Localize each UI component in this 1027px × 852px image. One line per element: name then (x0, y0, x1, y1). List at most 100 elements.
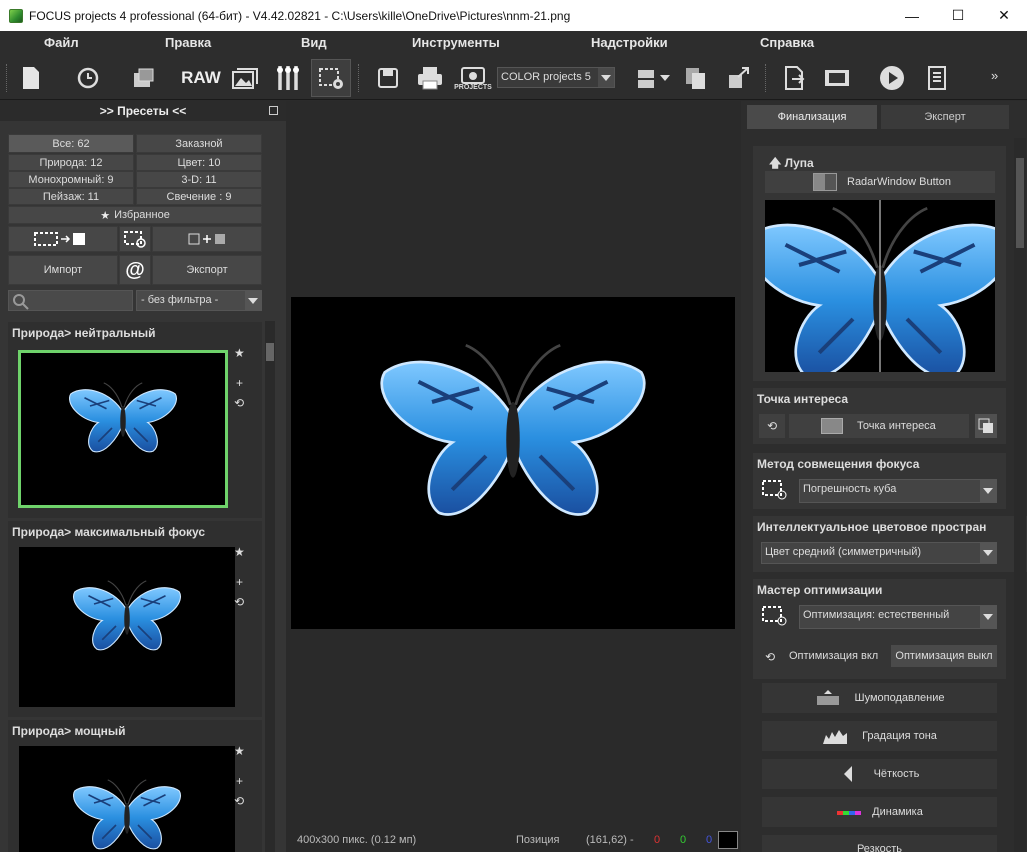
preset-title: Природа> максимальный фокус (12, 525, 206, 539)
close-button[interactable]: ✕ (981, 0, 1027, 31)
main-image[interactable]: NoName-Club (291, 297, 735, 629)
tab-expert[interactable]: Эксперт (881, 105, 1009, 129)
favorite-star-icon[interactable]: ★ (234, 545, 245, 559)
profile-combo[interactable]: COLOR projects 5 (497, 67, 615, 88)
clarity-button[interactable]: Чёткость (762, 759, 997, 789)
scrollbar-thumb[interactable] (266, 343, 274, 361)
save-presets-button[interactable] (8, 226, 118, 252)
menu-addons[interactable]: Надстройки (591, 35, 668, 50)
minimize-button[interactable]: — (889, 0, 935, 31)
grid-zoom-icon[interactable] (761, 479, 789, 501)
colorspace-select[interactable]: Цвет средний (симметричный) (761, 542, 997, 564)
export-format-button[interactable] (630, 59, 676, 97)
save-button[interactable] (368, 59, 408, 97)
undock-icon[interactable] (269, 106, 278, 115)
sharpness-button[interactable]: Резкость (762, 835, 997, 852)
loupe-section: 🡅 Лупа RadarWindow Button (753, 146, 1006, 381)
noise-icon (816, 690, 839, 705)
preset-thumbnail[interactable]: NoName-Club (18, 350, 228, 508)
optimization-off-button[interactable]: Оптимизация выкл (891, 645, 997, 667)
watermark-text: NoName-Club (50, 662, 204, 686)
reset-icon[interactable]: ⟲ (765, 650, 775, 664)
preset-filter-custom[interactable]: Заказной (136, 134, 262, 153)
favorite-star-icon[interactable]: ★ (234, 346, 245, 360)
import-button[interactable]: Импорт (8, 255, 118, 285)
preset-thumbnail[interactable] (19, 746, 235, 852)
tone-gradation-button[interactable]: Градация тона (762, 721, 997, 751)
grid-zoom-button[interactable] (119, 226, 151, 252)
dynamics-button[interactable]: Динамика (762, 797, 997, 827)
colorspace-title: Интеллектуальное цветовое простран (757, 520, 987, 534)
gallery-button[interactable] (225, 59, 265, 97)
loupe-preview[interactable] (765, 200, 995, 372)
presets-header[interactable]: >> Пресеты << (0, 101, 286, 121)
menu-help[interactable]: Справка (760, 35, 814, 50)
add-icon[interactable]: + (236, 575, 243, 589)
stack-export-button[interactable] (719, 59, 759, 97)
info-button[interactable] (917, 59, 957, 97)
copy-button[interactable] (676, 59, 716, 97)
optimizer-select[interactable]: Оптимизация: естественный (799, 605, 997, 629)
optimization-on-button[interactable]: Оптимизация вкл (789, 650, 878, 662)
preset-filter-glow[interactable]: Свечение : 9 (136, 188, 262, 205)
menu-edit[interactable]: Правка (165, 35, 211, 50)
reset-icon[interactable]: ⟲ (234, 396, 244, 410)
print-button[interactable] (410, 59, 450, 97)
radar-window-button[interactable]: RadarWindow Button (765, 171, 995, 193)
brushes-button[interactable] (268, 59, 308, 97)
preset-filter-all[interactable]: Все: 62 (8, 134, 134, 153)
position-label: Позиция (516, 834, 560, 846)
favorites-label: Избранное (114, 209, 170, 221)
export-file-button[interactable] (775, 59, 815, 97)
favorite-star-icon[interactable]: ★ (234, 744, 245, 758)
menu-tools[interactable]: Инструменты (412, 35, 500, 50)
preset-filter-select[interactable]: - без фильтра - (136, 290, 262, 311)
preset-filter-favorites[interactable]: ★ Избранное (8, 206, 262, 224)
maximize-button[interactable]: ☐ (935, 0, 981, 31)
film-button[interactable] (817, 59, 857, 97)
email-button[interactable]: @ (119, 255, 151, 285)
focus-method-select[interactable]: Погрешность куба (799, 479, 997, 503)
grid-zoom-icon[interactable] (761, 605, 789, 627)
preset-thumbnail[interactable]: NoName-Club (19, 547, 235, 707)
poi-copy-button[interactable] (975, 414, 997, 438)
add-icon[interactable]: + (236, 376, 243, 390)
preset-filter-landscape[interactable]: Пейзаж: 11 (8, 188, 134, 205)
settings-grid-button[interactable] (311, 59, 351, 97)
preset-filter-color[interactable]: Цвет: 10 (136, 154, 262, 171)
menu-file[interactable]: Файл (44, 35, 79, 50)
poi-reset-button[interactable]: ⟲ (759, 414, 785, 438)
preset-item[interactable]: Природа> нейтральный NoName-Club ★ + ⟲ (8, 322, 262, 518)
menu-view[interactable]: Вид (301, 35, 327, 50)
optimizer-section: Мастер оптимизации Оптимизация: естестве… (753, 579, 1006, 679)
scrollbar-thumb[interactable] (1016, 158, 1024, 248)
import-images-button[interactable] (124, 59, 164, 97)
play-button[interactable] (872, 59, 912, 97)
export-button[interactable]: Экспорт (152, 255, 262, 285)
reset-icon[interactable]: ⟲ (234, 794, 244, 808)
noise-reduction-button[interactable]: Шумоподавление (762, 683, 997, 713)
toolbar-overflow[interactable]: » (991, 68, 998, 83)
projects-button[interactable]: PROJECTS (453, 59, 493, 97)
radar-icon (813, 173, 837, 191)
film-icon (825, 70, 849, 86)
preset-filter-3d[interactable]: 3-D: 11 (136, 171, 262, 188)
preset-item[interactable]: Природа> мощный ★ + ⟲ (8, 720, 262, 852)
combine-presets-button[interactable] (152, 226, 262, 252)
history-icon (77, 67, 99, 89)
raw-button[interactable]: RAW (181, 59, 221, 97)
tab-finalization[interactable]: Финализация (747, 105, 877, 129)
play-icon (880, 66, 904, 90)
poi-button[interactable]: Точка интереса (789, 414, 969, 438)
preset-filter-mono[interactable]: Монохромный: 9 (8, 171, 134, 188)
preset-search-input[interactable] (8, 290, 133, 311)
preset-item[interactable]: Природа> максимальный фокус NoName-Club … (8, 521, 262, 717)
preset-filter-nature[interactable]: Природа: 12 (8, 154, 134, 171)
add-icon[interactable]: + (236, 774, 243, 788)
presets-scrollbar[interactable] (265, 321, 275, 852)
butterfly-image: NoName-Club (50, 580, 204, 686)
reset-icon[interactable]: ⟲ (234, 595, 244, 609)
new-file-button[interactable] (11, 59, 51, 97)
history-button[interactable] (68, 59, 108, 97)
finalization-scrollbar[interactable] (1014, 138, 1026, 852)
